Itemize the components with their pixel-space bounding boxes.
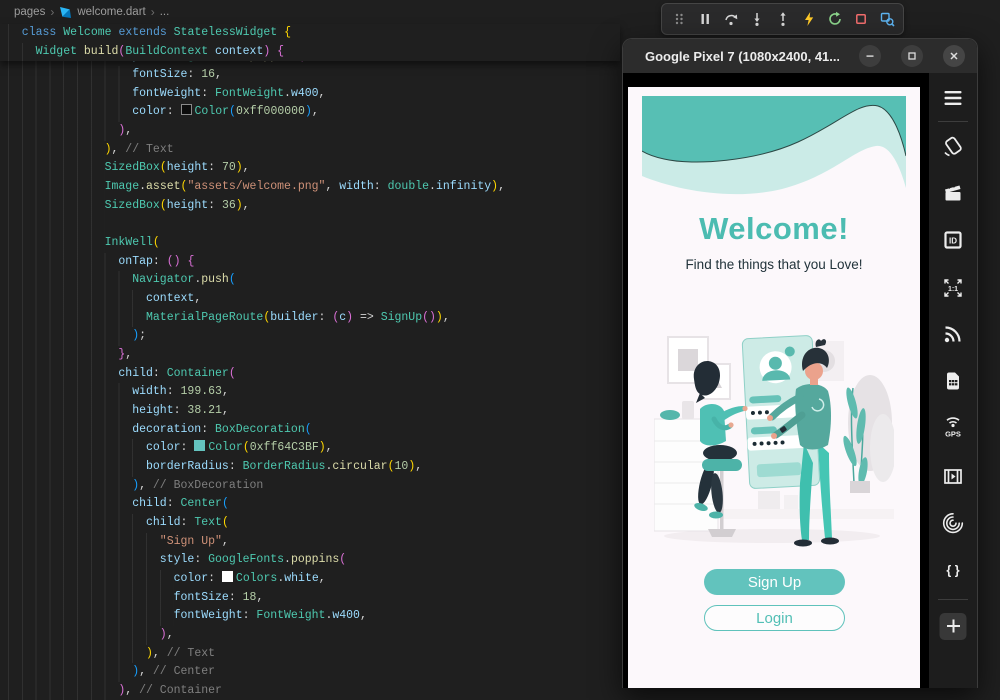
- code-line[interactable]: onTap: () {: [0, 253, 620, 272]
- svg-text:1:1: 1:1: [948, 286, 958, 293]
- code-line[interactable]: ), // Text: [0, 141, 620, 160]
- code-line[interactable]: context,: [0, 290, 620, 309]
- emulator-window: Google Pixel 7 (1080x2400, 41... Welcome…: [622, 38, 978, 688]
- one-to-one-icon[interactable]: 1:1: [941, 276, 965, 300]
- step-over-icon[interactable]: [719, 7, 742, 31]
- code-line[interactable]: color: Color(0xff64C3BF),: [0, 439, 620, 458]
- dart-file-icon: [59, 6, 72, 19]
- code-line[interactable]: fontWeight: FontWeight.w400,: [0, 607, 620, 626]
- code-line[interactable]: decoration: BoxDecoration(: [0, 421, 620, 440]
- screen-record-icon[interactable]: [941, 464, 965, 488]
- sim-card-icon[interactable]: [941, 369, 965, 393]
- code-line[interactable]: InkWell(: [0, 234, 620, 253]
- wave-header-graphic: [642, 96, 906, 206]
- step-out-icon[interactable]: [771, 7, 794, 31]
- inspect-icon[interactable]: [875, 7, 898, 31]
- color-swatch[interactable]: [222, 571, 233, 582]
- code-line[interactable]: );: [0, 327, 620, 346]
- device-id-icon[interactable]: ID: [941, 228, 965, 252]
- sidebar-divider: [938, 599, 968, 600]
- breadcrumb-item[interactable]: ...: [160, 6, 170, 18]
- close-button[interactable]: [943, 45, 965, 67]
- code-line[interactable]: child: Text(: [0, 514, 620, 533]
- stop-icon[interactable]: [849, 7, 872, 31]
- code-line[interactable]: color: Colors.white,: [0, 570, 620, 589]
- step-into-icon[interactable]: [745, 7, 768, 31]
- dev-braces-icon[interactable]: { }: [941, 558, 965, 582]
- code-line[interactable]: style: GoogleFonts.poppins(: [0, 551, 620, 570]
- code-line[interactable]: "Sign Up",: [0, 533, 620, 552]
- breadcrumb-item[interactable]: welcome.dart: [77, 6, 145, 18]
- breadcrumb-separator-icon: ›: [151, 5, 155, 19]
- signup-button[interactable]: Sign Up: [704, 569, 845, 595]
- code-line[interactable]: class Welcome extends StatelessWidget {: [0, 24, 620, 43]
- emulator-titlebar[interactable]: Google Pixel 7 (1080x2400, 41...: [623, 39, 977, 73]
- code-line[interactable]: borderRadius: BorderRadius.circular(10),: [0, 458, 620, 477]
- add-icon[interactable]: [940, 613, 967, 640]
- phone-screen: Welcome! Find the things that you Love!: [628, 87, 920, 688]
- code-line[interactable]: height: 38.21,: [0, 402, 620, 421]
- clapperboard-icon[interactable]: [941, 181, 965, 205]
- app-subtitle: Find the things that you Love!: [628, 257, 920, 272]
- code-line[interactable]: MaterialPageRoute(builder: (c) => SignUp…: [0, 309, 620, 328]
- emulator-body: Welcome! Find the things that you Love!: [623, 73, 977, 688]
- svg-text:ID: ID: [949, 237, 957, 246]
- emulator-sidebar: ID 1:1 GPS { }: [929, 73, 977, 688]
- color-swatch[interactable]: [194, 440, 205, 451]
- code-line[interactable]: ),: [0, 122, 620, 141]
- phone-frame: Welcome! Find the things that you Love!: [623, 73, 929, 688]
- login-button[interactable]: Login: [704, 605, 845, 631]
- signal-icon[interactable]: [941, 322, 965, 346]
- pause-icon[interactable]: [693, 7, 716, 31]
- welcome-illustration: [654, 323, 894, 548]
- code-line[interactable]: ), // Container: [0, 682, 620, 700]
- code-line[interactable]: child: Container(: [0, 365, 620, 384]
- code-line[interactable]: ), // BoxDecoration: [0, 477, 620, 496]
- gps-icon[interactable]: GPS: [941, 416, 965, 440]
- sidebar-divider: [938, 121, 968, 122]
- code-line[interactable]: Image.asset("assets/welcome.png", width:…: [0, 178, 620, 197]
- code-line[interactable]: child: Center(: [0, 495, 620, 514]
- code-line[interactable]: SizedBox(height: 70),: [0, 159, 620, 178]
- breadcrumb-item[interactable]: pages: [14, 6, 45, 18]
- breadcrumb-separator-icon: ›: [50, 5, 54, 19]
- color-swatch[interactable]: [181, 104, 192, 115]
- code-line[interactable]: fontSize: 18,: [0, 589, 620, 608]
- code-line[interactable]: Widget build(BuildContext context) {: [0, 43, 620, 62]
- grip-icon: [667, 7, 690, 31]
- maximize-button[interactable]: [901, 45, 923, 67]
- code-line[interactable]: ),: [0, 626, 620, 645]
- app-title: Welcome!: [628, 211, 920, 247]
- svg-text:GPS: GPS: [945, 430, 961, 439]
- rotate-icon[interactable]: [941, 134, 965, 158]
- code-line[interactable]: SizedBox(height: 36),: [0, 197, 620, 216]
- code-line[interactable]: ), // Center: [0, 663, 620, 682]
- fingerprint-icon[interactable]: [941, 511, 965, 535]
- debug-toolbar: [661, 3, 904, 35]
- minimize-button[interactable]: [859, 45, 881, 67]
- svg-text:{ }: { }: [946, 564, 959, 578]
- sticky-scroll: class Welcome extends StatelessWidget {W…: [0, 24, 620, 61]
- code-area[interactable]: style: GoogleFonts.poppins( fontSize: 16,…: [0, 48, 620, 700]
- restart-icon[interactable]: [823, 7, 846, 31]
- emulator-title: Google Pixel 7 (1080x2400, 41...: [645, 49, 839, 64]
- code-line[interactable]: },: [0, 346, 620, 365]
- code-line[interactable]: fontWeight: FontWeight.w400,: [0, 85, 620, 104]
- menu-icon[interactable]: [941, 86, 965, 110]
- code-line[interactable]: width: 199.63,: [0, 383, 620, 402]
- code-line[interactable]: [0, 215, 620, 234]
- code-line[interactable]: fontSize: 16,: [0, 66, 620, 85]
- code-line[interactable]: color: Color(0xff000000),: [0, 103, 620, 122]
- code-line[interactable]: Navigator.push(: [0, 271, 620, 290]
- code-line[interactable]: ), // Text: [0, 645, 620, 664]
- hot-reload-icon[interactable]: [797, 7, 820, 31]
